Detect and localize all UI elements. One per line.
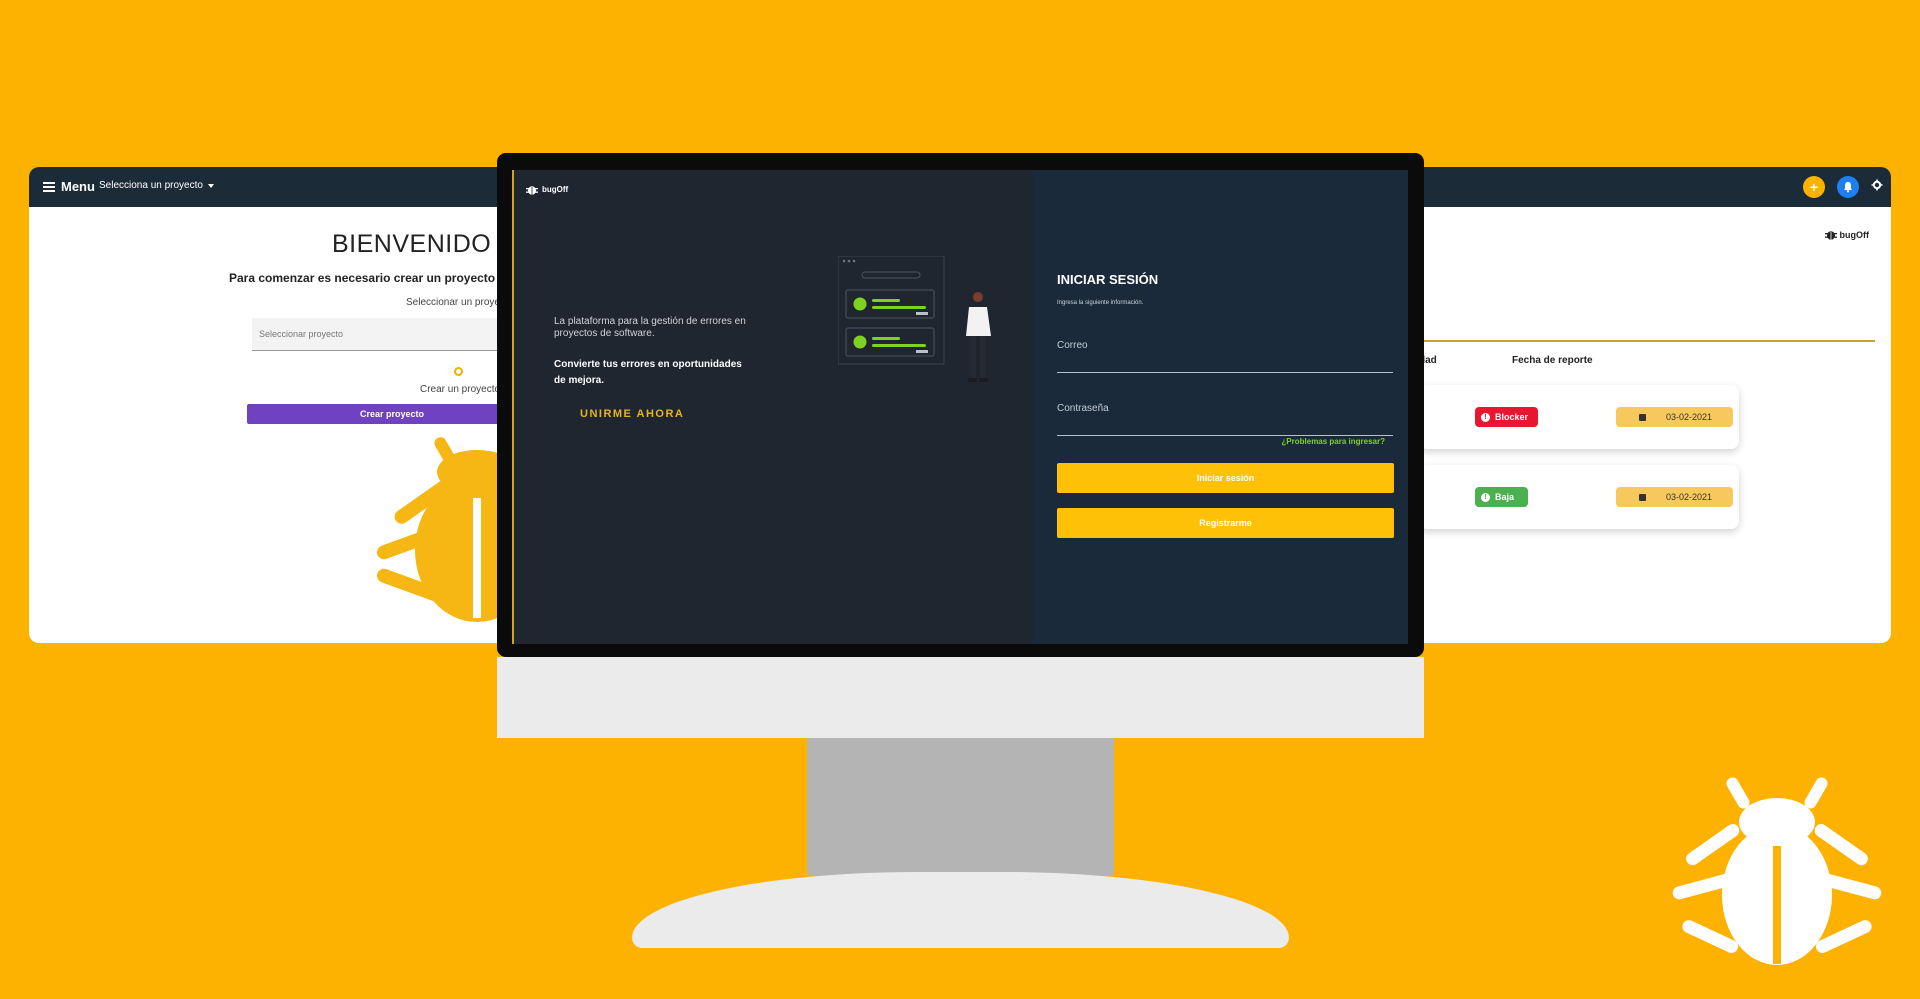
calendar-icon <box>1639 413 1646 421</box>
monitor-chin <box>497 657 1424 738</box>
monitor-stand-neck <box>807 738 1114 876</box>
select-project-placeholder: Seleccionar proyecto <box>259 329 344 339</box>
select-project-input[interactable]: Seleccionar proyecto <box>252 318 532 351</box>
severity-badge-blocker: ! Blocker <box>1475 407 1539 427</box>
register-button[interactable]: Registrarme <box>1057 508 1394 538</box>
gear-icon[interactable] <box>1871 179 1883 194</box>
report-date: 03-02-2021 <box>1666 492 1713 502</box>
add-button[interactable]: + <box>1803 176 1825 198</box>
join-now-link[interactable]: UNIRME AHORA <box>580 408 684 420</box>
menu-label: Menu <box>61 179 95 194</box>
illustration-image <box>838 256 991 382</box>
platform-tagline: Convierte tus errores en oportunidades d… <box>554 359 742 386</box>
severity-label: Baja <box>1495 492 1515 502</box>
alert-icon: ! <box>1481 492 1490 502</box>
severity-badge-baja: ! Baja <box>1475 487 1529 507</box>
calendar-icon <box>1639 493 1646 501</box>
create-project-button[interactable]: Crear proyecto <box>247 404 537 424</box>
report-row[interactable]: ! Blocker 03-02-2021 <box>1419 385 1739 449</box>
severity-label: Blocker <box>1495 412 1529 422</box>
date-chip: 03-02-2021 <box>1616 487 1733 507</box>
section-divider <box>1419 340 1875 342</box>
bugoff-logo: bugOff <box>526 184 568 195</box>
welcome-subtitle: Para comenzar es necesario crear un proy… <box>229 271 533 285</box>
login-subtitle: Ingresa la siguiente información. <box>1057 300 1144 306</box>
email-label: Correo <box>1057 340 1088 351</box>
login-screen: bugOff La plataforma para la gestión de … <box>512 170 1408 644</box>
forgot-password-link[interactable]: ¿Problemas para ingresar? <box>1281 437 1385 446</box>
report-date: 03-02-2021 <box>1666 412 1713 422</box>
welcome-title-text: BIENVENIDO A <box>332 230 521 258</box>
menu-button[interactable]: Menu <box>43 179 95 194</box>
bug-logo-icon <box>526 186 538 195</box>
date-chip: 03-02-2021 <box>1616 407 1733 427</box>
report-row[interactable]: ! Baja 03-02-2021 <box>1419 465 1739 529</box>
bugoff-logo: bugOff <box>1824 229 1870 240</box>
notifications-button[interactable] <box>1837 176 1859 198</box>
project-selector-label: Selecciona un proyecto <box>99 180 203 191</box>
email-field[interactable] <box>1057 372 1393 373</box>
password-label: Contraseña <box>1057 403 1109 414</box>
logo-text: bugOff <box>1839 229 1870 240</box>
hamburger-icon <box>43 182 55 192</box>
bell-icon <box>1844 182 1852 193</box>
plus-icon: + <box>1809 179 1819 195</box>
platform-description: La plataforma para la gestión de errores… <box>554 316 746 339</box>
bug-mascot-icon <box>1672 777 1882 965</box>
column-header-date: Fecha de reporte <box>1512 355 1593 366</box>
login-title: INICIAR SESIÓN <box>1057 272 1159 287</box>
password-field[interactable] <box>1057 435 1393 436</box>
monitor-stand-base <box>632 872 1289 948</box>
alert-icon: ! <box>1481 412 1490 422</box>
login-form-panel: INICIAR SESIÓN Ingresa la siguiente info… <box>1033 170 1408 644</box>
caret-down-icon <box>207 183 214 188</box>
circle-icon <box>454 367 463 376</box>
project-selector-dropdown[interactable]: Selecciona un proyecto <box>99 180 214 191</box>
login-button[interactable]: Iniciar sesión <box>1057 463 1394 493</box>
bug-logo-icon <box>1824 231 1837 240</box>
login-hero-panel: bugOff La plataforma para la gestión de … <box>512 170 1033 644</box>
create-project-label: Crear un proyecto <box>420 384 501 395</box>
logo-text: bugOff <box>542 185 569 194</box>
